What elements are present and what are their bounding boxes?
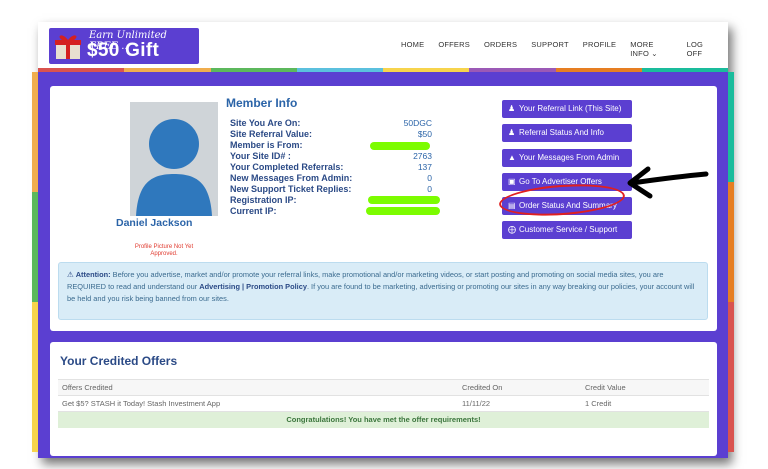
credited-offers-title: Your Credited Offers [60, 354, 178, 368]
column-header-offers: Offers Credited [62, 383, 113, 392]
redaction-member-from [370, 142, 430, 150]
nav-home[interactable]: HOME [401, 40, 424, 58]
button-label: Referral Status And Info [519, 128, 604, 137]
main-nav: HOME OFFERS ORDERS SUPPORT PROFILE MORE … [401, 40, 728, 58]
cart-icon: ▣ [508, 177, 516, 186]
picture-status-note: Profile Picture Not Yet Approved. [134, 244, 194, 257]
row-label-site-id: Your Site ID# : [230, 151, 291, 161]
advertising-policy-link[interactable]: Advertising [199, 282, 240, 291]
nav-more-info[interactable]: MORE INFO ⌄ [630, 40, 672, 58]
nav-support[interactable]: SUPPORT [531, 40, 569, 58]
top-bar: Earn Unlimited FREE .. $50 Gift Cards HO… [38, 22, 728, 83]
row-label-admin-messages: New Messages From Admin: [230, 173, 353, 183]
nav-profile[interactable]: PROFILE [583, 40, 617, 58]
column-header-credited-on: Credited On [462, 383, 503, 392]
row-value-admin-messages: 0 [427, 173, 432, 183]
redaction-registration-ip [368, 196, 440, 204]
alert-separator: | [242, 282, 245, 291]
nav-orders[interactable]: ORDERS [484, 40, 517, 58]
edge-stripe-right-1 [728, 72, 734, 182]
row-value-site-id: 2763 [413, 151, 432, 161]
nav-offers[interactable]: OFFERS [438, 40, 470, 58]
redaction-current-ip [366, 207, 440, 215]
admin-messages-button[interactable]: ▲ Your Messages From Admin [502, 149, 632, 167]
row-label-referrals: Your Completed Referrals: [230, 162, 344, 172]
default-user-icon [136, 119, 212, 216]
gift-icon [55, 35, 81, 59]
credited-offers-card: Your Credited Offers Offers Credited Cre… [50, 342, 717, 456]
member-info-card: Daniel Jackson Profile Picture Not Yet A… [50, 86, 717, 331]
edge-stripe-right-3 [728, 302, 734, 452]
button-label: Your Referral Link (This Site) [519, 104, 622, 113]
column-header-credit-value: Credit Value [585, 383, 626, 392]
edge-stripe-right-2 [728, 182, 734, 302]
credited-offers-table: Offers Credited Credited On Credit Value… [58, 379, 709, 428]
lifebuoy-icon: ⨁ [508, 225, 516, 234]
page: Earn Unlimited FREE .. $50 Gift Cards HO… [32, 22, 734, 458]
customer-service-button[interactable]: ⨁ Customer Service / Support [502, 221, 632, 239]
member-name: Daniel Jackson [116, 217, 193, 229]
cell-offer: Get $5? STASH it Today! Stash Investment… [62, 399, 221, 408]
user-icon: ▲ [508, 153, 516, 162]
black-arrow-annotation [627, 166, 709, 199]
cell-credited-on: 11/11/22 [462, 399, 491, 408]
referral-status-button[interactable]: ♟ Referral Status And Info [502, 124, 632, 142]
avatar [130, 102, 218, 216]
site-logo[interactable]: Earn Unlimited FREE .. $50 Gift Cards [49, 28, 199, 83]
edge-stripe-left-3 [32, 302, 38, 452]
attention-alert: ⚠ Attention: Before you advertise, marke… [58, 262, 708, 320]
table-row: Get $5? STASH it Today! Stash Investment… [58, 396, 709, 412]
users-icon: ♟ [508, 128, 516, 137]
row-label-registration-ip: Registration IP: [230, 195, 297, 205]
button-label: Customer Service / Support [519, 225, 618, 234]
row-value-site: 50DGC [403, 118, 432, 128]
row-value-ticket-replies: 0 [427, 184, 432, 194]
row-value-referrals: 137 [417, 162, 432, 172]
row-label-referral-value: Site Referral Value: [230, 129, 313, 139]
row-label-current-ip: Current IP: [230, 206, 277, 216]
congrats-banner: Congratulations! You have met the offer … [58, 412, 709, 428]
warning-icon: ⚠ [67, 270, 74, 279]
table-header: Offers Credited Credited On Credit Value [58, 379, 709, 396]
referral-link-button[interactable]: ♟ Your Referral Link (This Site) [502, 100, 632, 118]
alert-prefix: Attention: [75, 270, 111, 279]
row-value-referral-value: $50 [417, 129, 432, 139]
promotion-policy-link[interactable]: Promotion Policy [246, 282, 307, 291]
edge-stripe-left-1 [32, 72, 38, 192]
row-label-site: Site You Are On: [230, 118, 301, 128]
nav-log-off[interactable]: LOG OFF [687, 40, 714, 58]
member-info-title: Member Info [226, 96, 298, 110]
cell-credit-value: 1 Credit [585, 399, 612, 408]
users-icon: ♟ [508, 104, 516, 113]
row-label-ticket-replies: New Support Ticket Replies: [230, 184, 352, 194]
button-label: Your Messages From Admin [519, 153, 620, 162]
edge-stripe-left-2 [32, 192, 38, 302]
row-label-member-from: Member is From: [230, 140, 303, 150]
